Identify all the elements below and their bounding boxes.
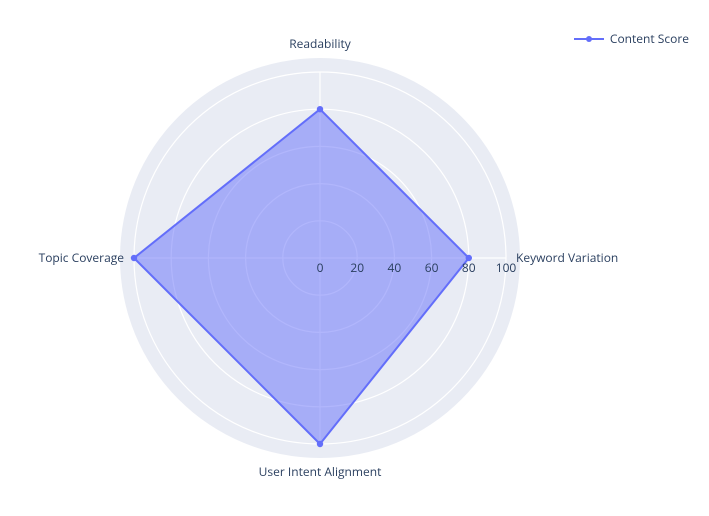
tick-20: 20	[350, 259, 364, 276]
tick-100: 100	[496, 259, 517, 276]
legend-label: Content Score	[610, 30, 689, 47]
axis-label-bottom: User Intent Alignment	[259, 463, 382, 480]
tick-60: 60	[425, 259, 439, 276]
legend-swatch-icon	[574, 33, 604, 45]
axis-label-left: Topic Coverage	[39, 249, 125, 266]
point-readability	[317, 106, 323, 112]
point-topic-coverage	[131, 255, 137, 261]
tick-0: 0	[317, 259, 324, 276]
tick-80: 80	[462, 259, 476, 276]
radar-svg: 0 20 40 60 80 100 Keyword Variation Read…	[0, 0, 709, 516]
axis-label-right: Keyword Variation	[516, 249, 618, 266]
legend[interactable]: Content Score	[574, 30, 689, 47]
point-user-intent	[317, 441, 323, 447]
radar-chart: 0 20 40 60 80 100 Keyword Variation Read…	[0, 0, 709, 516]
axis-label-top: Readability	[289, 35, 352, 52]
tick-40: 40	[388, 259, 402, 276]
